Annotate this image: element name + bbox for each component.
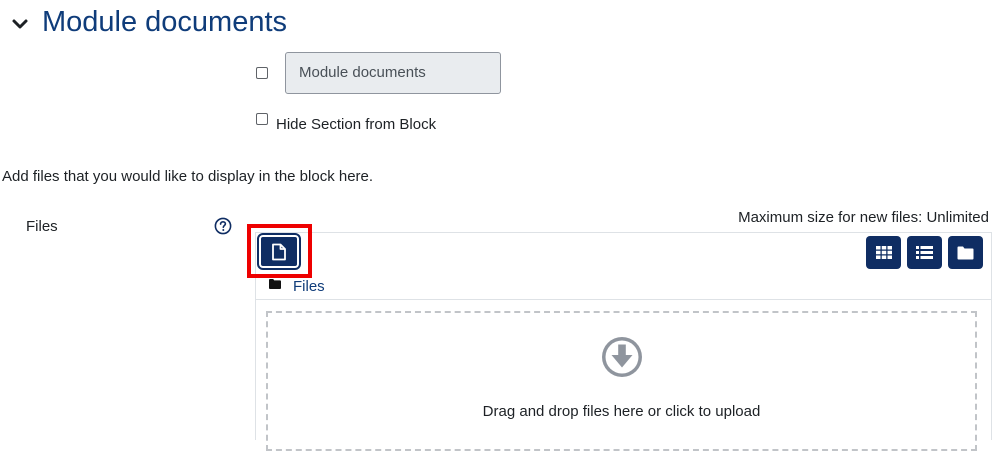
list-view-button[interactable] bbox=[907, 236, 942, 269]
list-view-icon bbox=[916, 246, 933, 259]
grid-view-icon bbox=[875, 246, 892, 259]
files-label: Files bbox=[26, 218, 58, 235]
section-title: Module documents bbox=[42, 6, 288, 38]
title-checkbox[interactable] bbox=[256, 67, 268, 79]
tree-view-button[interactable] bbox=[948, 236, 983, 269]
grid-view-button[interactable] bbox=[866, 236, 901, 269]
hide-section-checkbox[interactable] bbox=[256, 113, 268, 125]
dropzone-text[interactable]: Drag and drop files here or click to upl… bbox=[266, 403, 977, 420]
highlight-box bbox=[247, 224, 312, 278]
max-size-text: Maximum size for new files: Unlimited bbox=[738, 209, 989, 226]
folder-icon bbox=[957, 246, 974, 259]
chevron-down-icon[interactable] bbox=[10, 14, 30, 34]
divider bbox=[256, 299, 991, 300]
section-name-input[interactable]: Module documents bbox=[285, 52, 501, 94]
instructions-text: Add files that you would like to display… bbox=[2, 168, 374, 185]
section-header: Module documents bbox=[0, 0, 999, 48]
dropzone[interactable] bbox=[266, 311, 977, 451]
folder-icon bbox=[269, 279, 281, 289]
download-arrow-icon bbox=[602, 337, 642, 377]
hide-section-label[interactable]: Hide Section from Block bbox=[276, 116, 436, 133]
help-icon[interactable] bbox=[214, 217, 232, 235]
breadcrumb-files-link[interactable]: Files bbox=[293, 278, 325, 295]
